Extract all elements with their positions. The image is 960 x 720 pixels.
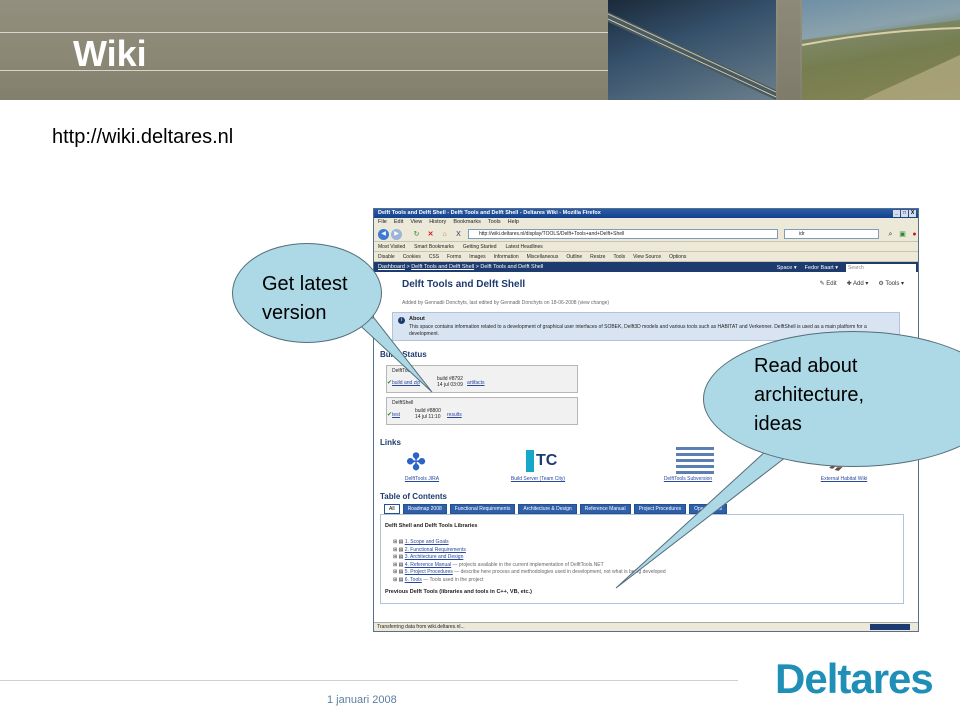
slide: Wiki http://wiki.deltares.nl Delft Tools… [0,0,960,720]
left-callout-tail [350,317,433,393]
right-callout-tail [615,439,810,589]
footer-rule [0,680,738,681]
left-callout-text: Get latest version [262,273,348,324]
right-callout-text: Read about architecture, ideas [754,355,865,435]
deltares-logo: Deltares [775,655,934,702]
footer-date: 1 januari 2008 [327,694,397,706]
